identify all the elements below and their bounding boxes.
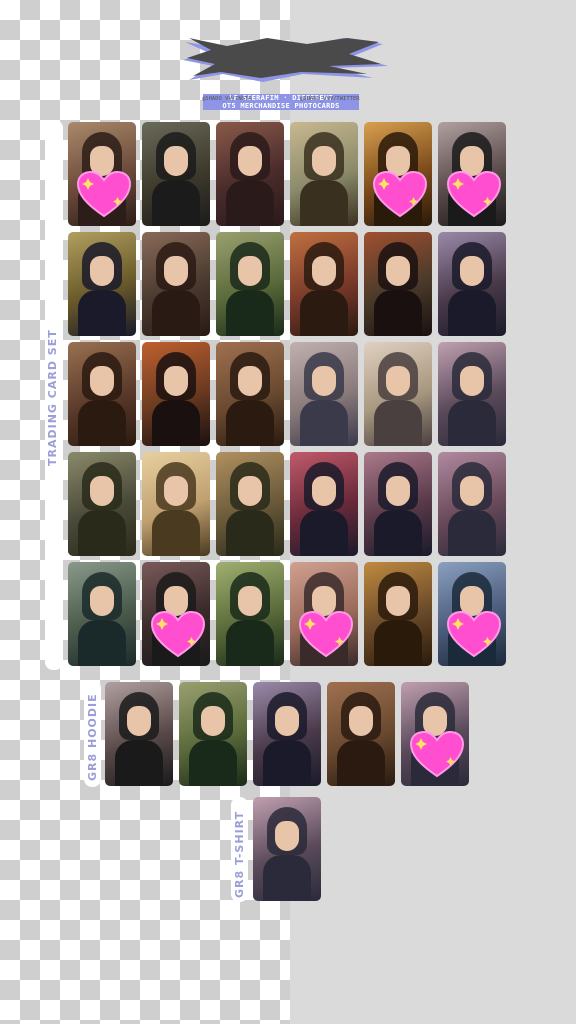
- trading-photocard: [68, 232, 136, 336]
- insta-handle: @SHADO_VV/INSTA: [202, 96, 252, 102]
- trading-photocard: [216, 452, 284, 556]
- trading-photocard: [364, 122, 432, 226]
- trading-photocard: [142, 342, 210, 446]
- heart-emoji-icon: [409, 730, 465, 778]
- trading-section-label: TRADING CARD SET: [46, 329, 59, 466]
- trading-photocard: [290, 452, 358, 556]
- trading-photocard: [364, 562, 432, 666]
- heart-emoji-icon: [446, 170, 502, 218]
- trading-photocard: [438, 342, 506, 446]
- trading-photocard: [364, 342, 432, 446]
- trading-photocard: [290, 342, 358, 446]
- hoodie-photocard: [105, 682, 173, 786]
- trading-photocard: [216, 232, 284, 336]
- tshirt-photocard: [253, 797, 321, 901]
- trading-photocard: [290, 232, 358, 336]
- hoodie-section-label: GR8 HOODIE: [86, 693, 99, 781]
- trading-photocard: [142, 232, 210, 336]
- trading-photocard: [438, 452, 506, 556]
- trading-photocard: [142, 122, 210, 226]
- trading-photocard: [68, 452, 136, 556]
- trading-photocard: [142, 452, 210, 556]
- trading-photocard: [438, 232, 506, 336]
- trading-photocard: [142, 562, 210, 666]
- twitter-handle: @SHADO_VVV/TWITTER: [300, 96, 360, 102]
- heart-emoji-icon: [76, 170, 132, 218]
- trading-photocard: [290, 122, 358, 226]
- trading-photocard: [68, 122, 136, 226]
- hoodie-photocard: [253, 682, 321, 786]
- hoodie-photocard: [401, 682, 469, 786]
- trading-photocard: [216, 122, 284, 226]
- scribble-graphic: [183, 38, 388, 82]
- hoodie-photocard: [327, 682, 395, 786]
- handles-row: @SHADO_VV/INSTA @SHADO_VVV/TWITTER: [0, 96, 380, 104]
- trading-photocard: [290, 562, 358, 666]
- trading-photocard: [438, 122, 506, 226]
- heart-emoji-icon: [150, 610, 206, 658]
- trading-photocard: [216, 562, 284, 666]
- tshirt-section-label: GR8 T-SHIRT: [233, 810, 246, 898]
- trading-photocard: [216, 342, 284, 446]
- trading-photocard: [364, 232, 432, 336]
- hoodie-photocard: [179, 682, 247, 786]
- trading-photocard: [364, 452, 432, 556]
- heart-emoji-icon: [372, 170, 428, 218]
- heart-emoji-icon: [446, 610, 502, 658]
- trading-photocard: [438, 562, 506, 666]
- trading-photocard: [68, 562, 136, 666]
- heart-emoji-icon: [298, 610, 354, 658]
- trading-photocard: [68, 342, 136, 446]
